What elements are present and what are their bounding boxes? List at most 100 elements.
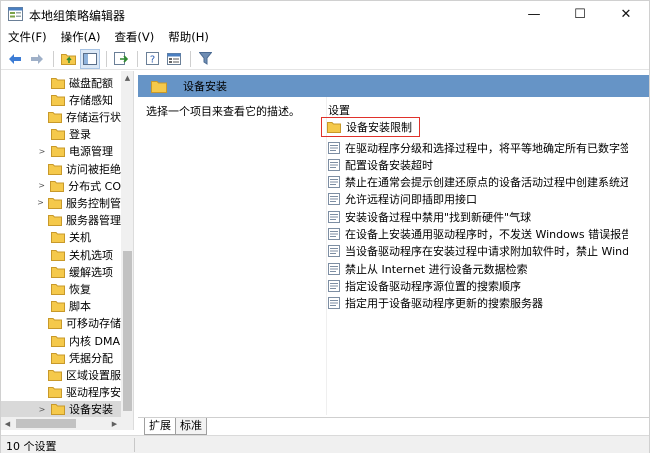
tree-hscroll-thumb[interactable] (16, 419, 76, 428)
tree-item[interactable]: 脚本 (1, 298, 121, 315)
folder-icon (48, 369, 62, 381)
policy-setting-row[interactable]: 在驱动程序分级和选择过程中，将平等地确定所有已数字签... (328, 139, 628, 156)
policy-setting-icon (328, 193, 340, 206)
policy-setting-icon (328, 279, 340, 292)
tree-item[interactable]: 缓解选项 (1, 263, 121, 280)
tree-item[interactable]: > 设备安装 (1, 400, 121, 417)
tree-item[interactable]: 关机 (1, 229, 121, 246)
gpedit-app-icon (8, 7, 23, 21)
policy-setting-icon (328, 176, 340, 189)
folder-icon (51, 94, 65, 106)
tree-item[interactable]: > 服务控制管 (1, 194, 121, 211)
tree-item[interactable]: 恢复 (1, 280, 121, 297)
tree-item-label: 服务控制管 (66, 196, 121, 210)
tree-item[interactable]: 服务器管理 (1, 212, 121, 229)
filter-icon (198, 52, 212, 65)
scroll-up-arrow-icon[interactable]: ▲ (121, 71, 133, 84)
expand-arrow-icon[interactable]: > (37, 177, 46, 194)
maximize-button[interactable]: ☐ (557, 1, 603, 28)
tree-scroll-thumb[interactable] (123, 251, 132, 411)
minimize-button[interactable]: — (511, 1, 557, 28)
tree-item[interactable]: 访问被拒绝 (1, 160, 121, 177)
tab-extended[interactable]: 扩展 (144, 418, 176, 435)
policy-setting-row[interactable]: 安装设备过程中禁用"找到新硬件"气球 (328, 208, 628, 225)
tree-item-label: 分布式 CO (68, 179, 121, 193)
menu-view[interactable]: 查看(V) (107, 28, 161, 48)
export-list-button[interactable] (111, 49, 131, 69)
policy-setting-label: 在设备上安装通用驱动程序时，不发送 Windows 错误报告 (345, 228, 628, 241)
policy-setting-row[interactable]: 允许远程访问即插即用接口 (328, 191, 628, 208)
tree-item[interactable]: 可移动存储 (1, 315, 121, 332)
toolbar-separator (53, 50, 54, 67)
tree-item[interactable]: 磁盘配额 (1, 74, 121, 91)
menu-help[interactable]: 帮助(H) (161, 28, 216, 48)
tree-item[interactable]: 驱动程序安 (1, 384, 121, 401)
up-folder-button[interactable] (58, 49, 78, 69)
tree-item[interactable]: 存储感知 (1, 91, 121, 108)
tree-item[interactable]: 登录 (1, 126, 121, 143)
show-hide-tree-button[interactable] (80, 48, 100, 69)
minimize-icon: — (527, 7, 541, 22)
properties-button[interactable] (164, 49, 184, 69)
policy-setting-row[interactable]: 在设备上安装通用驱动程序时，不发送 Windows 错误报告 (328, 226, 628, 243)
tab-standard[interactable]: 标准 (175, 418, 207, 435)
scroll-right-arrow-icon[interactable]: ▶ (108, 417, 121, 430)
menu-action[interactable]: 操作(A) (54, 28, 108, 48)
help-button[interactable]: ? (142, 49, 162, 69)
tree-vertical-scrollbar[interactable]: ▲ (121, 71, 133, 417)
setting-folder-device-install-restrictions[interactable]: 设备安装限制 (321, 117, 420, 137)
tree-item[interactable]: > 分布式 CO (1, 177, 121, 194)
scroll-left-arrow-icon[interactable]: ◀ (1, 417, 14, 430)
tree-item-label: 访问被拒绝 (66, 162, 121, 176)
folder-icon (51, 146, 65, 158)
details-vertical-scrollbar[interactable] (635, 97, 649, 417)
forward-button[interactable] (27, 49, 47, 69)
back-button[interactable] (5, 49, 25, 69)
tree-item[interactable]: 区域设置服 (1, 366, 121, 383)
expand-arrow-icon[interactable]: > (37, 143, 47, 160)
column-divider (326, 97, 327, 415)
folder-icon (327, 122, 341, 133)
policy-setting-icon (328, 228, 340, 240)
status-separator (134, 438, 135, 452)
folder-icon (48, 318, 62, 330)
folder-icon (51, 283, 65, 295)
description-text: 选择一个项目来查看它的描述。 (146, 105, 300, 118)
tree-item[interactable]: 内核 DMA (1, 332, 121, 349)
filter-button[interactable] (195, 49, 215, 69)
tree-item[interactable]: 存储运行状 (1, 108, 121, 125)
policy-setting-row[interactable]: 禁止从 Internet 进行设备元数据检索 (328, 260, 628, 277)
folder-icon (51, 232, 65, 244)
policy-setting-label: 当设备驱动程序在安装过程中请求附加软件时，禁止 Wind... (345, 245, 628, 259)
expand-arrow-icon[interactable]: > (37, 401, 47, 417)
policy-setting-label: 禁止在通常会提示创建还原点的设备活动过程中创建系统还... (345, 176, 628, 190)
policy-setting-icon (328, 158, 340, 171)
tree-item-label: 存储运行状 (66, 110, 121, 124)
tree-item[interactable]: > 电源管理 (1, 143, 121, 160)
policy-setting-icon (328, 297, 340, 310)
column-header-setting[interactable]: 设置 (328, 102, 350, 118)
maximize-icon: ☐ (574, 7, 586, 22)
policy-setting-row[interactable]: 指定用于设备驱动程序更新的搜索服务器 (328, 295, 628, 312)
tree-horizontal-scrollbar[interactable]: ◀ ▶ (1, 417, 134, 430)
policy-setting-row[interactable]: 禁止在通常会提示创建还原点的设备活动过程中创建系统还... (328, 174, 628, 191)
policy-setting-row[interactable]: 配置设备安装超时 (328, 156, 628, 173)
expand-arrow-icon[interactable]: > (37, 194, 44, 211)
details-pane: 设备安装 选择一个项目来查看它的描述。 设置 设备安装限制 在驱动程序分级和选择… (138, 71, 649, 417)
policy-setting-row[interactable]: 指定设备驱动程序源位置的搜索顺序 (328, 277, 628, 294)
window-title: 本地组策略编辑器 (29, 9, 126, 23)
policy-setting-row[interactable]: 当设备驱动程序在安装过程中请求附加软件时，禁止 Wind... (328, 243, 628, 260)
menu-file[interactable]: 文件(F) (1, 28, 54, 48)
tree-item[interactable]: 凭据分配 (1, 349, 121, 366)
tree-item[interactable]: 关机选项 (1, 246, 121, 263)
close-button[interactable]: ✕ (603, 1, 649, 28)
